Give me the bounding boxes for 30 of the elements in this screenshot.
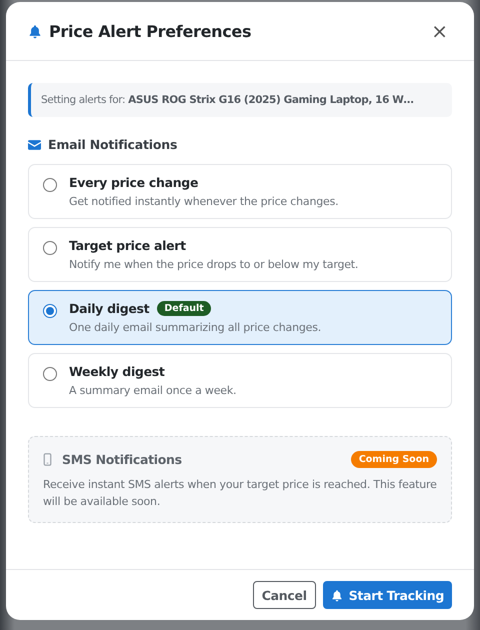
radio-button[interactable]	[43, 304, 57, 318]
section-heading: SMS Notifications	[62, 452, 183, 467]
option-description: One daily email summarizing all price changes.	[69, 321, 322, 334]
bell-icon	[28, 24, 42, 38]
option-description: A summary email once a week.	[69, 384, 236, 397]
option-card[interactable]: Daily digest Default One daily email summarizing all price changes.	[28, 290, 452, 345]
phone-icon	[43, 453, 52, 466]
option-card[interactable]: Target price alert Notify me when the price drops to or below my target.	[28, 227, 452, 282]
coming-soon-badge: Coming Soon	[350, 451, 437, 468]
bell-icon	[330, 588, 343, 602]
option-title: Weekly digest	[69, 364, 165, 379]
option-card[interactable]: Every price change Get notified instantly whenever the price changes.	[28, 164, 452, 219]
radio-button[interactable]	[43, 367, 57, 381]
radio-button[interactable]	[43, 241, 57, 255]
option-description: Get notified instantly whenever the price changes.	[69, 195, 338, 208]
start-tracking-button[interactable]: Start Tracking	[322, 581, 452, 609]
option-title: Every price change	[69, 175, 198, 190]
default-badge: Default	[157, 301, 211, 316]
section-heading: Email Notifications	[48, 137, 178, 152]
option-title: Daily digest	[69, 301, 150, 316]
option-card[interactable]: Weekly digest A summary email once a week.	[28, 353, 452, 408]
option-description: Notify me when the price drops to or below my target.	[69, 258, 358, 271]
sms-description: Receive instant SMS alerts when your target price is reached. This feature will be available soon.	[43, 477, 437, 510]
dialog-title: Price Alert Preferences	[49, 22, 252, 40]
product-notice: Setting alerts for: ASUS ROG Strix G16 (2025) Gaming Laptop, 16 W…	[28, 83, 452, 117]
envelope-icon	[28, 140, 41, 150]
cancel-button[interactable]: Cancel	[252, 581, 316, 609]
option-title: Target price alert	[69, 238, 186, 253]
radio-button[interactable]	[43, 178, 57, 192]
close-button[interactable]: ×	[427, 19, 452, 43]
